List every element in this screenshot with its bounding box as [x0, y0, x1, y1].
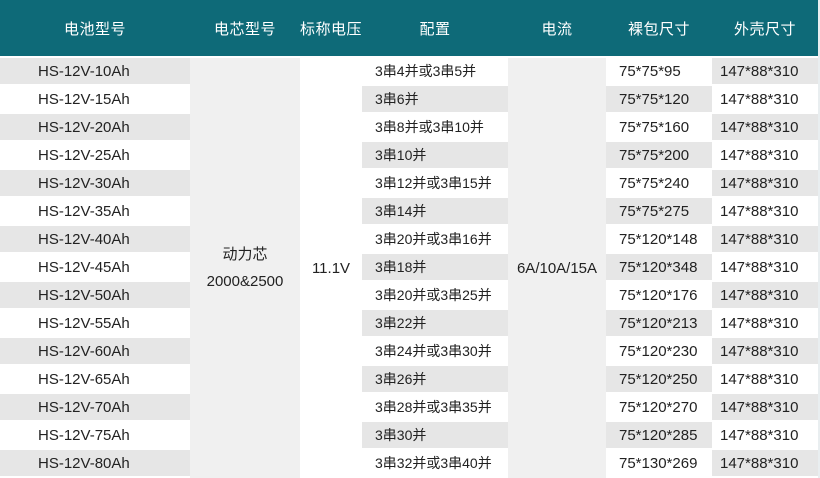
- shell-size-cell: 147*88*310: [712, 254, 818, 280]
- model-cell: HS-12V-40Ah: [0, 226, 190, 252]
- model-cell: HS-12V-45Ah: [0, 254, 190, 280]
- bare-size-cell: 75*120*230: [606, 338, 712, 364]
- header-current: 电流: [541, 20, 573, 38]
- bare-size-cell: 75*75*95: [606, 58, 712, 84]
- bare-size-cell: 75*75*240: [606, 170, 712, 196]
- bare-size-cell: 75*75*160: [606, 114, 712, 140]
- current-value: 6A/10A/15A: [516, 259, 598, 277]
- bare-size-cell: 75*120*148: [606, 226, 712, 252]
- bare-size-cell: 75*75*275: [606, 198, 712, 224]
- config-cell: 3串14并: [362, 198, 508, 224]
- header-shell-size: 外壳尺寸: [733, 20, 796, 38]
- model-cell: HS-12V-60Ah: [0, 338, 190, 364]
- model-cell: HS-12V-75Ah: [0, 422, 190, 448]
- model-cell: HS-12V-35Ah: [0, 198, 190, 224]
- header-bare-size: 裸包尺寸: [627, 20, 690, 38]
- model-cell: HS-12V-15Ah: [0, 86, 190, 112]
- config-cell: 3串12并或3串15并: [362, 170, 508, 196]
- header-cell-type: 电芯型号: [213, 20, 276, 38]
- shell-size-cell: 147*88*310: [712, 170, 818, 196]
- model-cell: HS-12V-50Ah: [0, 282, 190, 308]
- header-model: 电池型号: [63, 20, 126, 38]
- table-header: 电池型号 电芯型号 标称电压 配置 电流 裸包尺寸 外壳尺寸: [0, 0, 818, 56]
- bare-size-cell: 75*120*176: [606, 282, 712, 308]
- header-config: 配置: [419, 20, 451, 38]
- header-voltage: 标称电压: [300, 20, 363, 38]
- bare-size-cell: 75*120*348: [606, 254, 712, 280]
- bare-size-cell: 75*120*213: [606, 310, 712, 336]
- shell-size-cell: 147*88*310: [712, 422, 818, 448]
- bare-size-cell: 75*120*270: [606, 394, 712, 420]
- config-cell: 3串26并: [362, 366, 508, 392]
- shell-size-cell: 147*88*310: [712, 226, 818, 252]
- config-cell: 3串24并或3串30并: [362, 338, 508, 364]
- config-cell: 3串8并或3串10并: [362, 114, 508, 140]
- bare-size-cell: 75*120*250: [606, 366, 712, 392]
- model-cell: HS-12V-20Ah: [0, 114, 190, 140]
- config-cell: 3串4并或3串5并: [362, 58, 508, 84]
- bare-size-cell: 75*130*269: [606, 450, 712, 476]
- shell-size-cell: 147*88*310: [712, 338, 818, 364]
- shell-size-cell: 147*88*310: [712, 450, 818, 476]
- bare-size-cell: 75*120*285: [606, 422, 712, 448]
- shell-size-cell: 147*88*310: [712, 198, 818, 224]
- model-cell: HS-12V-55Ah: [0, 310, 190, 336]
- config-cell: 3串30并: [362, 422, 508, 448]
- cell-type-line2: 2000&2500: [206, 273, 284, 290]
- config-cell: 3串18并: [362, 254, 508, 280]
- model-cell: HS-12V-70Ah: [0, 394, 190, 420]
- config-cell: 3串20并或3串25并: [362, 282, 508, 308]
- shell-size-cell: 147*88*310: [712, 310, 818, 336]
- voltage-value: 11.1V: [311, 259, 351, 277]
- shell-size-cell: 147*88*310: [712, 86, 818, 112]
- shell-size-cell: 147*88*310: [712, 142, 818, 168]
- cell-type-line1: 动力芯: [222, 246, 268, 263]
- config-cell: 3串6并: [362, 86, 508, 112]
- current-merged: 6A/10A/15A: [508, 58, 606, 478]
- voltage-merged: 11.1V: [300, 58, 362, 478]
- shell-size-cell: 147*88*310: [712, 366, 818, 392]
- bare-size-cell: 75*75*120: [606, 86, 712, 112]
- model-cell: HS-12V-10Ah: [0, 58, 190, 84]
- shell-size-cell: 147*88*310: [712, 394, 818, 420]
- cell-type-merged: 动力芯 2000&2500: [190, 58, 300, 478]
- config-cell: 3串10并: [362, 142, 508, 168]
- spec-table: 电池型号 电芯型号 标称电压 配置 电流 裸包尺寸 外壳尺寸 HS-12V-10…: [0, 0, 820, 478]
- config-cell: 3串22并: [362, 310, 508, 336]
- config-cell: 3串20并或3串16并: [362, 226, 508, 252]
- model-cell: HS-12V-80Ah: [0, 450, 190, 476]
- config-cell: 3串32并或3串40并: [362, 450, 508, 476]
- shell-size-cell: 147*88*310: [712, 114, 818, 140]
- model-cell: HS-12V-25Ah: [0, 142, 190, 168]
- model-cell: HS-12V-65Ah: [0, 366, 190, 392]
- shell-size-cell: 147*88*310: [712, 58, 818, 84]
- shell-size-cell: 147*88*310: [712, 282, 818, 308]
- config-cell: 3串28并或3串35并: [362, 394, 508, 420]
- model-cell: HS-12V-30Ah: [0, 170, 190, 196]
- bare-size-cell: 75*75*200: [606, 142, 712, 168]
